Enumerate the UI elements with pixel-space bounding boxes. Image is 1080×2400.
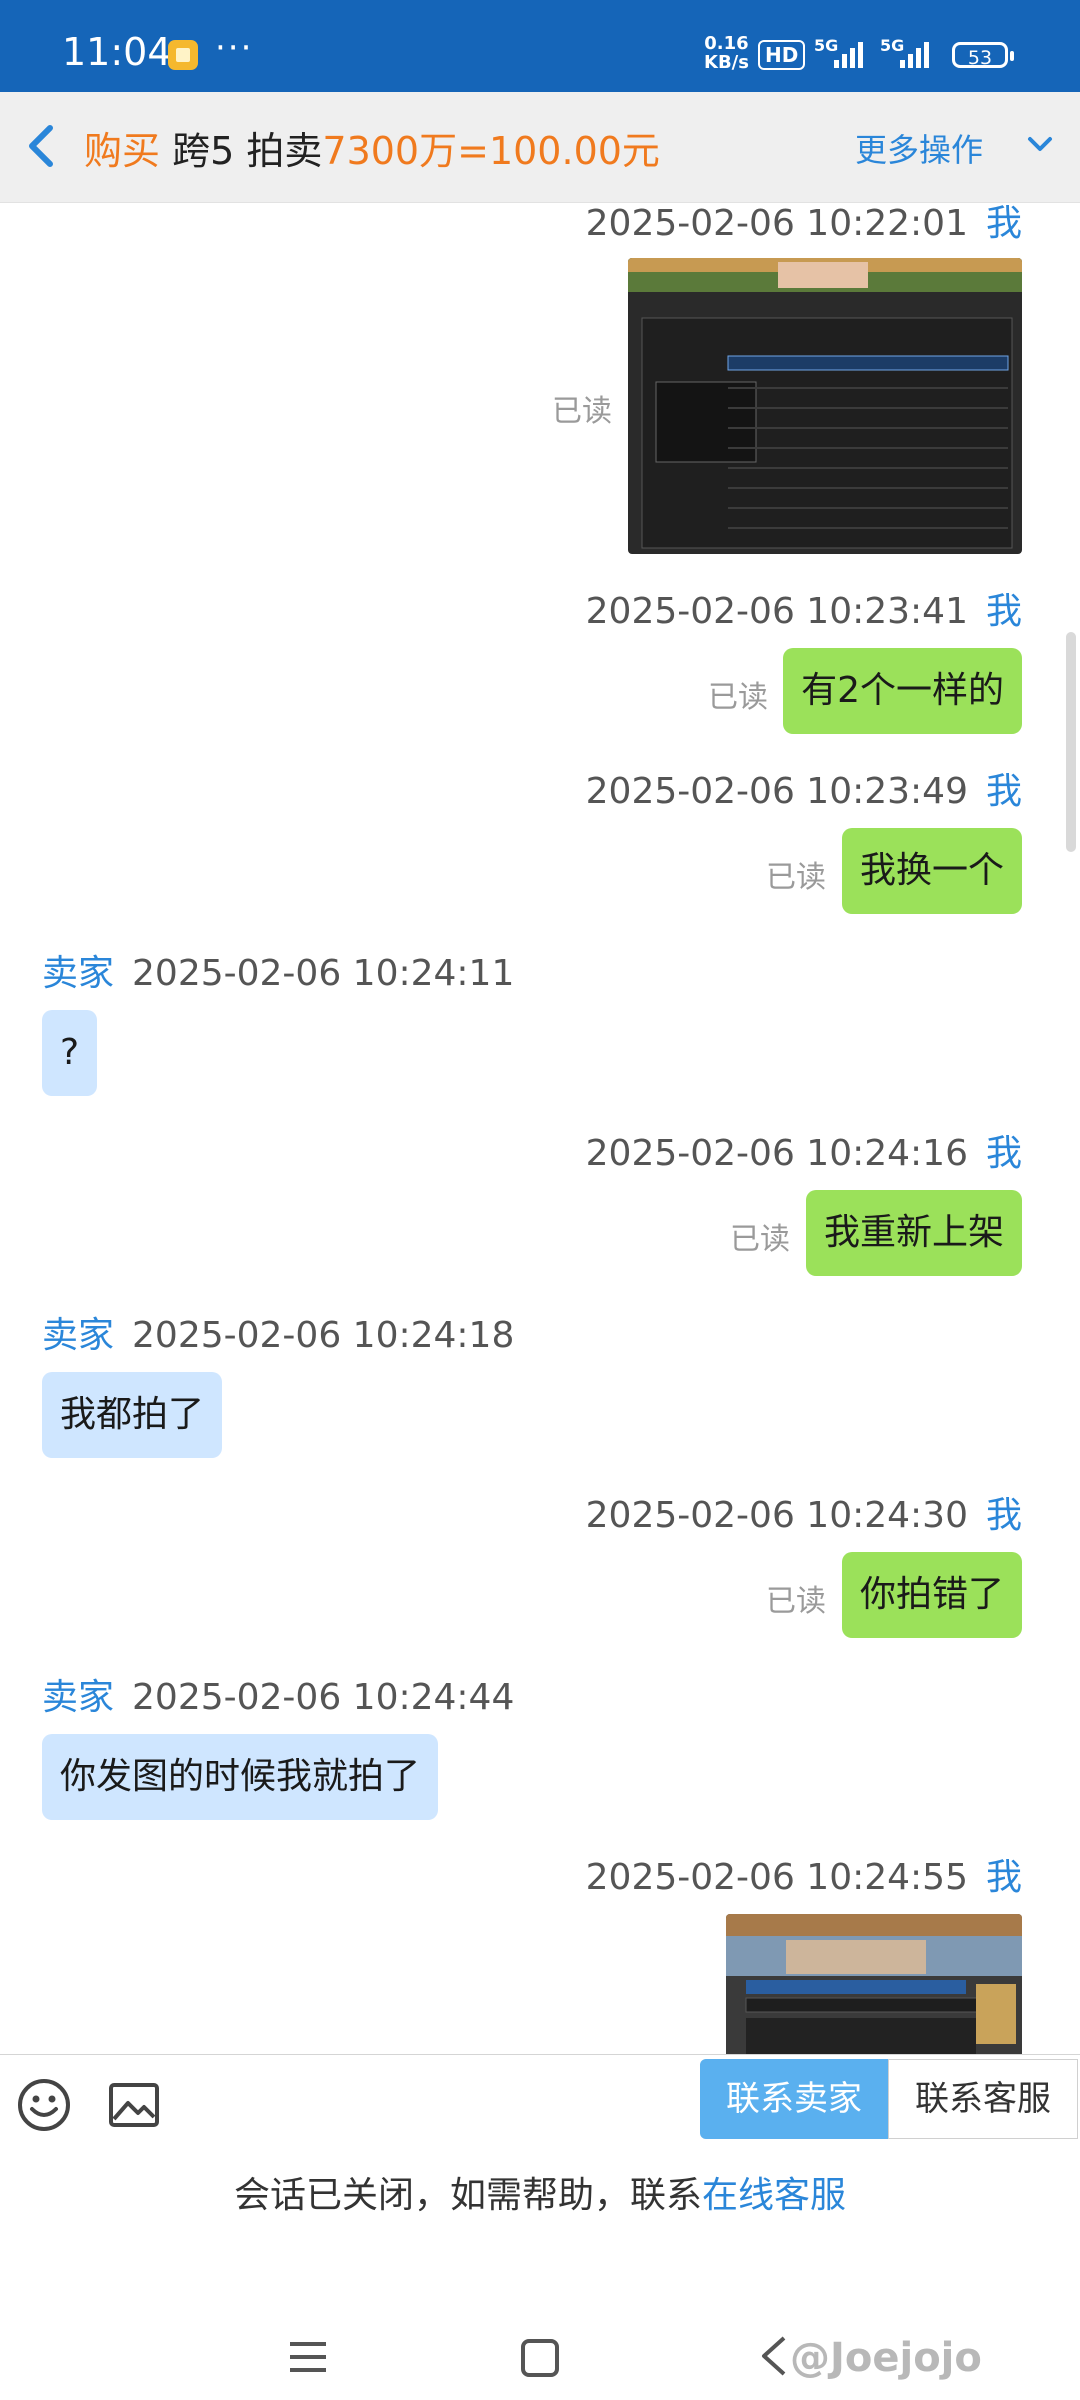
message-timestamp: 2025-02-06 10:22:01 我 xyxy=(585,203,1022,244)
screenshot-image[interactable] xyxy=(628,258,1022,554)
seller-message-bubble[interactable]: ? xyxy=(42,1010,98,1096)
battery-icon: 53 xyxy=(952,42,1014,69)
message-timestamp: 2025-02-06 10:24:30 我 xyxy=(585,1495,1022,1536)
chat-header: 购买 跨5 拍卖7300万=100.00元 更多操作 xyxy=(0,92,1080,203)
back-icon[interactable] xyxy=(756,2334,790,2378)
online-service-link[interactable]: 在线客服 xyxy=(702,2175,846,2216)
read-status: 已读 xyxy=(552,394,612,429)
message-list[interactable]: 2025-02-06 10:22:01 我 已读 2025-02-06 10:23… xyxy=(0,202,1080,2054)
order-title: 购买 跨5 拍卖7300万=100.00元 xyxy=(84,120,660,175)
my-message-bubble[interactable]: 你拍错了 xyxy=(841,1552,1022,1638)
home-icon[interactable] xyxy=(520,2338,560,2378)
order-price: 7300万=100.00元 xyxy=(322,129,660,173)
scrollbar[interactable] xyxy=(1066,632,1076,852)
status-bar: 11:04 ··· 0.16 KB/s HD 5G 5G 53 xyxy=(0,0,1080,92)
signal-icon-sim2: 5G xyxy=(880,36,942,72)
contact-seller-button[interactable]: 联系卖家 xyxy=(700,2059,888,2139)
message-timestamp: 2025-02-06 10:24:55 我 xyxy=(585,1857,1022,1898)
input-toolbar: 联系卖家 联系客服 xyxy=(0,2054,1080,2141)
network-speed: 0.16 KB/s xyxy=(704,33,749,73)
more-actions-button[interactable]: 更多操作 xyxy=(855,125,983,171)
notes-app-icon xyxy=(168,40,198,70)
more-notifications-icon: ··· xyxy=(215,28,254,68)
session-closed-note: 会话已关闭，如需帮助，联系在线客服 xyxy=(233,2175,847,2216)
chevron-left-icon[interactable] xyxy=(22,120,62,172)
my-message-bubble[interactable]: 我重新上架 xyxy=(805,1190,1022,1276)
watermark: @Joejojo xyxy=(790,2335,982,2381)
order-category: 购买 xyxy=(84,129,161,173)
menu-icon[interactable] xyxy=(288,2340,328,2374)
image-icon[interactable] xyxy=(108,2079,160,2131)
my-message-bubble[interactable]: 我换一个 xyxy=(841,828,1022,914)
message-timestamp: 卖家 2025-02-06 10:24:11 xyxy=(42,953,515,994)
message-timestamp: 2025-02-06 10:23:41 我 xyxy=(585,591,1022,632)
message-timestamp: 卖家 2025-02-06 10:24:44 xyxy=(42,1677,515,1718)
order-server: 跨5 xyxy=(172,129,235,173)
read-status: 已读 xyxy=(766,860,826,895)
message-timestamp: 2025-02-06 10:23:49 我 xyxy=(585,771,1022,812)
message-timestamp: 卖家 2025-02-06 10:24:18 xyxy=(42,1315,515,1356)
order-item-type: 拍卖 xyxy=(246,129,323,173)
read-status: 已读 xyxy=(766,1584,826,1619)
contact-service-button[interactable]: 联系客服 xyxy=(888,2059,1078,2139)
chevron-down-icon[interactable] xyxy=(1022,126,1058,162)
my-message-bubble[interactable]: 有2个一样的 xyxy=(783,648,1022,734)
read-status: 已读 xyxy=(730,1222,790,1257)
signal-icon-sim1: 5G xyxy=(814,36,876,72)
message-timestamp: 2025-02-06 10:24:16 我 xyxy=(585,1133,1022,1174)
screenshot-image[interactable] xyxy=(726,1914,1022,2054)
status-time: 11:04 xyxy=(62,30,172,74)
hd-voice-icon: HD xyxy=(758,40,806,70)
seller-message-bubble[interactable]: 你发图的时候我就拍了 xyxy=(42,1734,439,1820)
seller-message-bubble[interactable]: 我都拍了 xyxy=(42,1372,223,1458)
read-status: 已读 xyxy=(708,680,768,715)
emoji-icon[interactable] xyxy=(16,2077,72,2133)
